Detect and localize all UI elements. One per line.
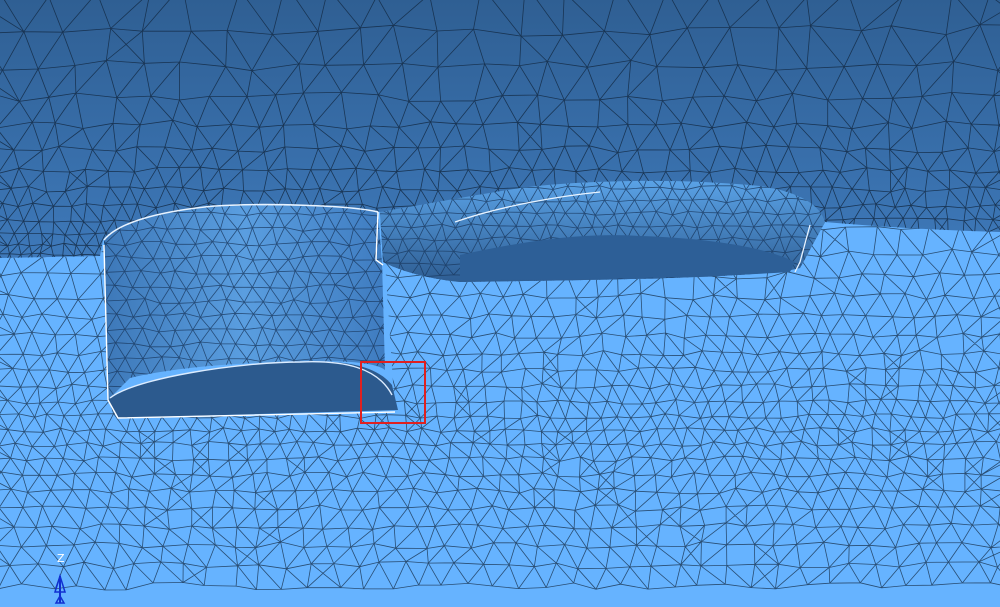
mesh-scene[interactable] (0, 0, 1000, 607)
mesh-viewport[interactable]: Z (0, 0, 1000, 607)
z-axis-label: Z (57, 552, 65, 565)
